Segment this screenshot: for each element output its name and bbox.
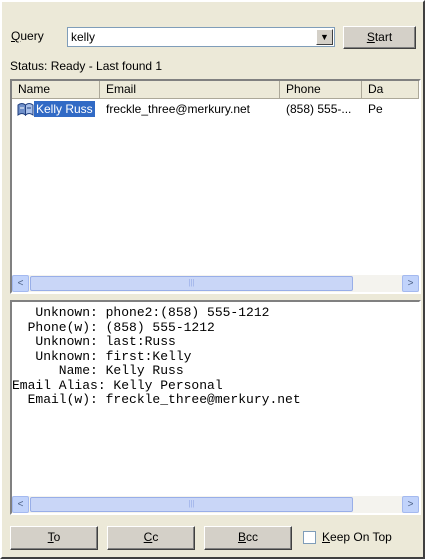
start-label: tart bbox=[374, 30, 393, 44]
results-horizontal-scrollbar[interactable]: < ||| > bbox=[12, 275, 419, 292]
keep-label-text: eep On Top bbox=[330, 530, 392, 544]
query-input[interactable] bbox=[71, 29, 301, 45]
query-label: Query bbox=[11, 29, 44, 43]
column-header-phone[interactable]: Phone bbox=[280, 81, 362, 99]
to-label: o bbox=[53, 530, 61, 544]
column-header-name[interactable]: Name bbox=[12, 81, 100, 99]
chevron-down-icon[interactable]: ▼ bbox=[316, 29, 333, 45]
results-list[interactable]: Name Email Phone Da Kelly Russ freckle_t… bbox=[10, 79, 421, 294]
bcc-label: cc bbox=[246, 530, 258, 544]
scrollbar-thumb[interactable]: ||| bbox=[30, 497, 353, 512]
detail-line: Phone(w): (858) 555-1212 bbox=[12, 319, 215, 335]
cc-label: c bbox=[152, 530, 159, 544]
column-header-email[interactable]: Email bbox=[100, 81, 280, 99]
detail-line: Email Alias: Kelly Personal bbox=[12, 377, 223, 393]
start-button[interactable]: Start bbox=[343, 26, 416, 49]
query-combobox[interactable]: ▼ bbox=[67, 27, 335, 47]
contact-details-text: Unknown: phone2:(858) 555-1212 Phone(w):… bbox=[12, 305, 301, 408]
to-button[interactable]: To bbox=[10, 526, 98, 550]
keep-on-top-label: Keep On Top bbox=[322, 530, 392, 544]
bcc-mnemonic: B bbox=[237, 530, 246, 544]
result-phone-cell: (858) 555-... bbox=[286, 102, 352, 116]
details-horizontal-scrollbar[interactable]: < ||| > bbox=[12, 496, 419, 513]
keep-mnemonic: K bbox=[322, 530, 331, 544]
query-label-mnemonic: Q bbox=[11, 29, 21, 43]
bcc-button[interactable]: Bcc bbox=[204, 526, 292, 550]
start-mnemonic: S bbox=[366, 30, 375, 44]
scroll-right-icon[interactable]: > bbox=[402, 496, 419, 513]
detail-line: Unknown: last:Russ bbox=[12, 334, 176, 349]
result-date-cell: Pe bbox=[368, 102, 383, 116]
detail-line: Unknown: first:Kelly bbox=[12, 348, 192, 364]
result-email-cell: freckle_three@merkury.net bbox=[106, 102, 251, 116]
scroll-left-icon[interactable]: < bbox=[12, 496, 29, 513]
column-header-date[interactable]: Da bbox=[362, 81, 419, 99]
status-text: Status: Ready - Last found 1 bbox=[10, 59, 163, 73]
contact-details-pane[interactable]: Unknown: phone2:(858) 555-1212 Phone(w):… bbox=[10, 300, 421, 515]
checkbox-icon[interactable] bbox=[303, 531, 316, 544]
address-search-window: Query ▼ Start Status: Ready - Last found… bbox=[0, 0, 425, 559]
query-label-text: uery bbox=[20, 29, 44, 43]
cc-button[interactable]: Cc bbox=[107, 526, 195, 550]
result-name-cell[interactable]: Kelly Russ bbox=[34, 101, 95, 117]
address-book-icon bbox=[17, 103, 34, 116]
scroll-left-icon[interactable]: < bbox=[12, 275, 29, 292]
detail-line: Name: Kelly Russ bbox=[12, 363, 184, 378]
detail-line: Unknown: phone2:(858) 555-1212 bbox=[12, 305, 270, 320]
scrollbar-thumb[interactable]: ||| bbox=[30, 276, 353, 291]
detail-line: Email(w): freckle_three@merkury.net bbox=[12, 392, 301, 407]
scroll-right-icon[interactable]: > bbox=[402, 275, 419, 292]
